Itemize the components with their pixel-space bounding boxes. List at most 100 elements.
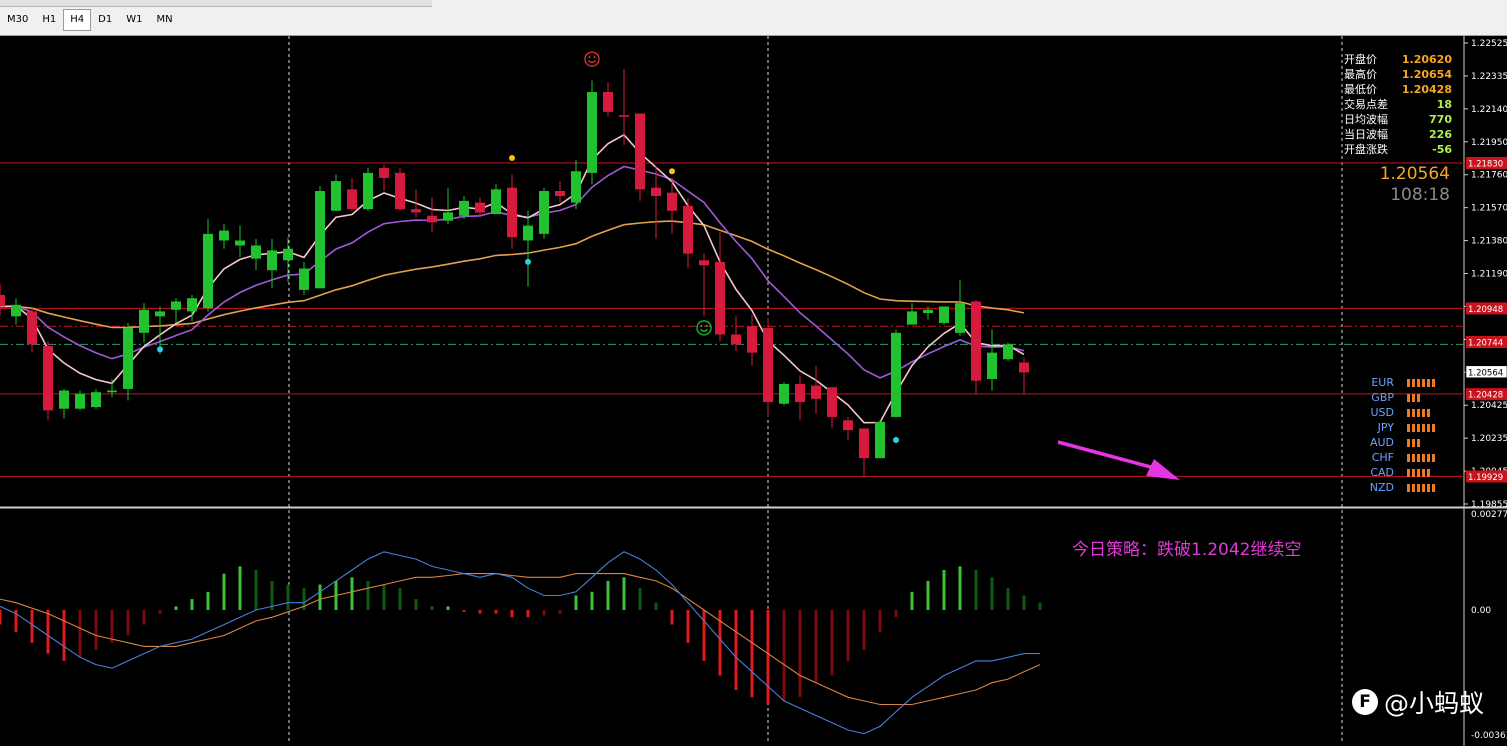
candle-body <box>571 171 581 203</box>
current-price: 1.20564 <box>1379 164 1450 184</box>
timeframe-h4-button[interactable]: H4 <box>63 9 92 31</box>
strength-segment <box>1412 378 1415 387</box>
strength-bar <box>1407 378 1437 387</box>
info-value: 770 <box>1429 113 1452 126</box>
strength-bar <box>1407 453 1437 462</box>
candle-body <box>203 233 213 309</box>
strength-row-chf: CHF <box>1364 450 1437 465</box>
indicator-tick-label: 0.00 <box>1471 606 1491 616</box>
timeframe-d1-button[interactable]: D1 <box>91 9 119 31</box>
candle-body <box>587 92 597 173</box>
timeframe-w1-button[interactable]: W1 <box>119 9 149 31</box>
candle-body <box>75 393 85 409</box>
info-value: 1.20428 <box>1401 83 1452 96</box>
info-value: -56 <box>1432 143 1452 156</box>
candle-body <box>91 392 101 408</box>
candle-body <box>891 332 901 417</box>
candle-body <box>875 421 885 459</box>
candle-body <box>59 390 69 409</box>
info-row: 最低价 1.20428 <box>1344 82 1452 97</box>
price-tick-label: 1.20235 <box>1471 434 1507 444</box>
strength-segment <box>1427 483 1430 492</box>
strength-row-eur: EUR <box>1364 375 1437 390</box>
candle <box>779 382 789 406</box>
candle-body <box>731 334 741 345</box>
currency-strength: EUR GBP USD JPY AUD CHF CAD NZD <box>1364 375 1437 495</box>
indicator-tick-label: -0.00363 <box>1471 731 1507 741</box>
candle-body <box>107 390 117 393</box>
strength-segment <box>1427 423 1430 432</box>
candle-body <box>187 298 197 312</box>
strength-segment <box>1417 468 1420 477</box>
candle-body <box>475 202 485 213</box>
candle-body <box>619 115 629 117</box>
price-tick-label: 1.21190 <box>1471 270 1507 280</box>
strength-segment <box>1417 408 1420 417</box>
candle-body <box>283 248 293 261</box>
candle-body <box>267 250 277 271</box>
timeframe-mn-button[interactable]: MN <box>149 9 179 31</box>
strategy-text: 今日策略：跌破1.2042继续空 <box>1072 540 1302 560</box>
strength-segment <box>1422 408 1425 417</box>
candle-body <box>859 428 869 459</box>
info-value: 18 <box>1436 98 1452 111</box>
candle-body <box>315 191 325 289</box>
candle <box>1003 342 1013 361</box>
price-tag-label: 1.20428 <box>1468 391 1503 401</box>
info-panel: 开盘价 1.20620 最高价 1.20654 最低价 1.20428 交易点差 18 日均波幅… <box>1344 52 1452 157</box>
strength-currency: USD <box>1370 406 1394 419</box>
strength-segment <box>1417 483 1420 492</box>
candle-body <box>667 192 677 211</box>
strength-segment <box>1412 438 1415 447</box>
candle-body <box>443 212 453 221</box>
info-row: 开盘涨跌 -56 <box>1344 142 1452 157</box>
watermark-logo-icon: F <box>1352 689 1378 715</box>
candle-body <box>907 311 917 325</box>
signal-dot <box>525 258 531 265</box>
strength-bar <box>1407 468 1432 477</box>
price-tag-label: 1.20948 <box>1468 305 1503 315</box>
strength-bar <box>1407 393 1422 402</box>
candle-body <box>971 301 981 381</box>
candle-body <box>27 311 37 345</box>
candle <box>123 322 133 401</box>
strength-segment <box>1412 483 1415 492</box>
info-label: 开盘涨跌 <box>1344 143 1388 156</box>
candle-body <box>43 346 53 411</box>
candle-body <box>0 294 5 307</box>
candle <box>43 341 53 421</box>
strength-row-nzd: NZD <box>1364 480 1437 495</box>
strength-currency: CHF <box>1371 451 1394 464</box>
signal-dot <box>893 437 899 444</box>
info-value: 1.20620 <box>1401 53 1452 66</box>
candle <box>539 187 549 239</box>
strength-row-cad: CAD <box>1364 465 1437 480</box>
candle-body <box>235 240 245 246</box>
smiley-eye <box>700 324 703 327</box>
price-tick-label: 1.22140 <box>1471 105 1507 115</box>
candle-body <box>139 309 149 333</box>
candle-body <box>491 189 501 215</box>
candle <box>763 318 773 417</box>
toolbar-top-strip <box>0 0 432 7</box>
info-label: 最高价 <box>1344 68 1377 81</box>
strength-segment <box>1407 408 1410 417</box>
smiley-eye <box>588 56 591 59</box>
candle-body <box>11 304 21 317</box>
price-tick-label: 1.21950 <box>1471 138 1507 148</box>
strength-segment <box>1422 453 1425 462</box>
candle-body <box>843 420 853 431</box>
timeframe-m30-button[interactable]: M30 <box>0 9 35 31</box>
strength-segment <box>1412 408 1415 417</box>
timeframe-h1-button[interactable]: H1 <box>35 9 63 31</box>
strength-currency: NZD <box>1369 481 1394 494</box>
strength-bar <box>1407 483 1437 492</box>
strength-segment <box>1417 378 1420 387</box>
candle <box>891 329 901 417</box>
candle-body <box>827 387 837 417</box>
candle-body <box>507 187 517 238</box>
price-chart[interactable]: 1.22525 1.22335 1.22140 1.21950 1.21760 1.215… <box>0 36 1507 746</box>
candle <box>315 186 325 289</box>
candle-body <box>363 172 373 210</box>
strength-segment <box>1412 393 1415 402</box>
